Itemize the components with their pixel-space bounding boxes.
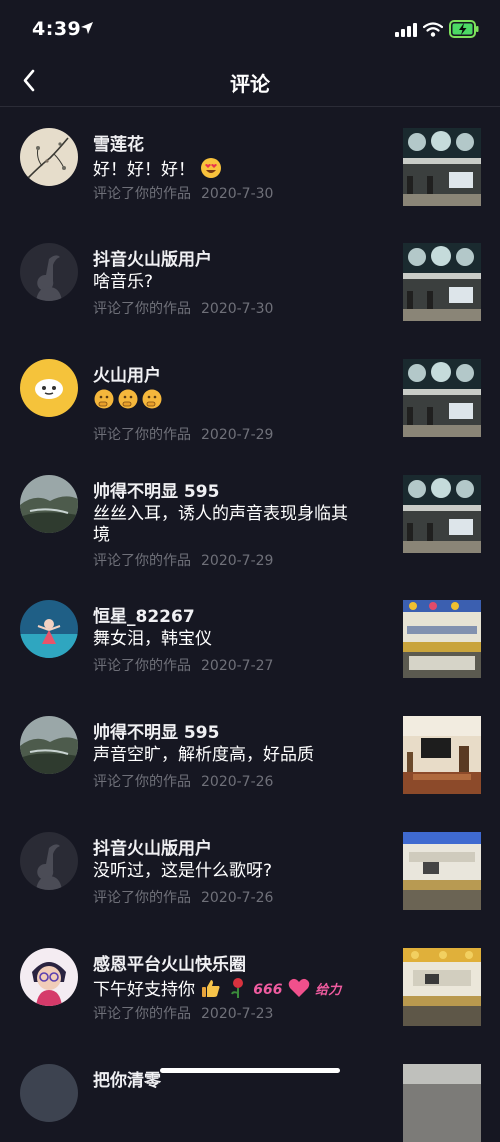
comment-username[interactable]: 把你清零 (93, 1066, 161, 1091)
comment-item[interactable]: 抖音火山版用户 没听过，这是什么歌呀? 评论了你的作品 2020-7-26 (0, 811, 500, 927)
comment-item[interactable]: 帅得不明显 595 声音空旷，解析度高，好品质 评论了你的作品 2020-7-26 (0, 695, 500, 811)
comment-username[interactable]: 帅得不明显 595 (93, 718, 219, 743)
status-bar: 4:39 (0, 0, 500, 58)
avatar-yellow-face[interactable] (20, 359, 78, 417)
comment-meta: 评论了你的作品 2020-7-30 (93, 183, 273, 203)
comment-username[interactable]: 抖音火山版用户 (93, 245, 212, 270)
avatar-mountain[interactable] (20, 475, 78, 533)
video-thumbnail[interactable] (403, 243, 481, 321)
home-indicator[interactable] (160, 1068, 340, 1073)
comment-action: 评论了你的作品 (93, 553, 191, 569)
comment-date: 2020-7-30 (201, 301, 274, 317)
comment-meta: 评论了你的作品 2020-7-26 (93, 887, 273, 907)
thinking-emoji-icon (94, 389, 162, 409)
video-thumbnail[interactable] (403, 716, 481, 794)
comment-username[interactable]: 帅得不明显 595 (93, 477, 219, 502)
video-thumbnail[interactable] (403, 600, 481, 678)
comment-action: 评论了你的作品 (93, 186, 191, 202)
comment-meta: 评论了你的作品 2020-7-27 (93, 655, 273, 675)
avatar-default[interactable] (20, 243, 78, 301)
nav-header: 评论 (0, 58, 500, 107)
comment-date: 2020-7-23 (201, 1006, 274, 1022)
rose-icon (230, 978, 243, 998)
comment-action: 评论了你的作品 (93, 1006, 191, 1022)
comment-text: 没听过，这是什么歌呀? (93, 861, 273, 881)
video-thumbnail[interactable] (403, 475, 481, 553)
comment-item[interactable]: 把你清零 (0, 1043, 500, 1142)
comment-item[interactable]: 感恩平台火山快乐圈 下午好支持你 666 给力 评论了你的作品 2020-7-23 (0, 927, 500, 1043)
battery-charging-icon (449, 20, 479, 38)
comment-date: 2020-7-30 (201, 186, 274, 202)
heart-icon (288, 978, 310, 997)
avatar-mountain[interactable] (20, 716, 78, 774)
comment-item[interactable]: 雪莲花 好！好！好！ 评论了你的作品 2020-7-30 (0, 107, 500, 222)
comment-text: 好！好！好！ (93, 157, 363, 181)
status-time: 4:39 (32, 18, 82, 40)
comment-text: 啥音乐? (93, 272, 154, 292)
video-thumbnail[interactable] (403, 832, 481, 910)
comment-meta: 评论了你的作品 2020-7-29 (93, 424, 273, 444)
avatar-dancer[interactable] (20, 600, 78, 658)
sticker-geili: 给力 (315, 983, 342, 998)
video-thumbnail[interactable] (403, 359, 481, 437)
sticker-666: 666 (253, 982, 283, 998)
comment-username[interactable]: 恒星_82267 (93, 602, 195, 627)
page-title: 评论 (230, 72, 270, 96)
comment-action: 评论了你的作品 (93, 774, 191, 790)
video-thumbnail[interactable] (403, 948, 481, 1026)
comment-item[interactable]: 恒星_82267 舞女泪，韩宝仪 评论了你的作品 2020-7-27 (0, 579, 500, 695)
comment-username[interactable]: 火山用户 (93, 361, 161, 386)
comment-text: 下午好支持你 666 给力 (93, 977, 363, 1001)
comment-date: 2020-7-29 (201, 427, 274, 443)
heart-eyes-emoji-icon (201, 158, 222, 178)
comment-text-body: 好！好！好！ (93, 160, 195, 180)
comment-text: 丝丝入耳，诱人的声音表现身临其境 (93, 504, 348, 545)
thumbs-up-icon (202, 980, 220, 997)
comment-date: 2020-7-26 (201, 890, 274, 906)
video-thumbnail[interactable] (403, 128, 481, 206)
avatar-partial[interactable] (20, 1064, 78, 1122)
comment-list[interactable]: 雪莲花 好！好！好！ 评论了你的作品 2020-7-30 抖音火山版用户 啥音乐… (0, 107, 500, 1142)
comment-item[interactable]: 火山用户 评论了你的作品 2020-7-29 (0, 338, 500, 454)
wifi-icon (423, 22, 443, 37)
comment-action: 评论了你的作品 (93, 890, 191, 906)
cellular-signal-icon (395, 23, 417, 37)
comment-meta: 评论了你的作品 2020-7-26 (93, 771, 273, 791)
comment-item[interactable]: 抖音火山版用户 啥音乐? 评论了你的作品 2020-7-30 (0, 222, 500, 338)
comment-username[interactable]: 感恩平台火山快乐圈 (93, 950, 246, 975)
comment-action: 评论了你的作品 (93, 658, 191, 674)
comment-username[interactable]: 雪莲花 (93, 130, 144, 155)
comment-date: 2020-7-26 (201, 774, 274, 790)
comment-text: 声音空旷，解析度高，好品质 (93, 745, 314, 765)
comment-action: 评论了你的作品 (93, 301, 191, 317)
comment-text: 舞女泪，韩宝仪 (93, 629, 212, 649)
comment-meta: 评论了你的作品 2020-7-23 (93, 1003, 273, 1023)
comment-username[interactable]: 抖音火山版用户 (93, 834, 212, 859)
comment-date: 2020-7-27 (201, 658, 274, 674)
video-thumbnail[interactable] (403, 1064, 481, 1142)
comment-item[interactable]: 帅得不明显 595 丝丝入耳，诱人的声音表现身临其境 评论了你的作品 2020-7… (0, 454, 500, 579)
comment-text-body: 下午好支持你 (93, 980, 195, 1000)
comment-action: 评论了你的作品 (93, 427, 191, 443)
comment-meta: 评论了你的作品 2020-7-30 (93, 298, 273, 318)
comment-text (93, 388, 363, 412)
avatar-woman-glasses[interactable] (20, 948, 78, 1006)
comment-date: 2020-7-29 (201, 553, 274, 569)
avatar-plum-blossom[interactable] (20, 128, 78, 186)
comment-meta: 评论了你的作品 2020-7-29 (93, 550, 273, 570)
avatar-default[interactable] (20, 832, 78, 890)
location-arrow-icon (81, 22, 93, 34)
